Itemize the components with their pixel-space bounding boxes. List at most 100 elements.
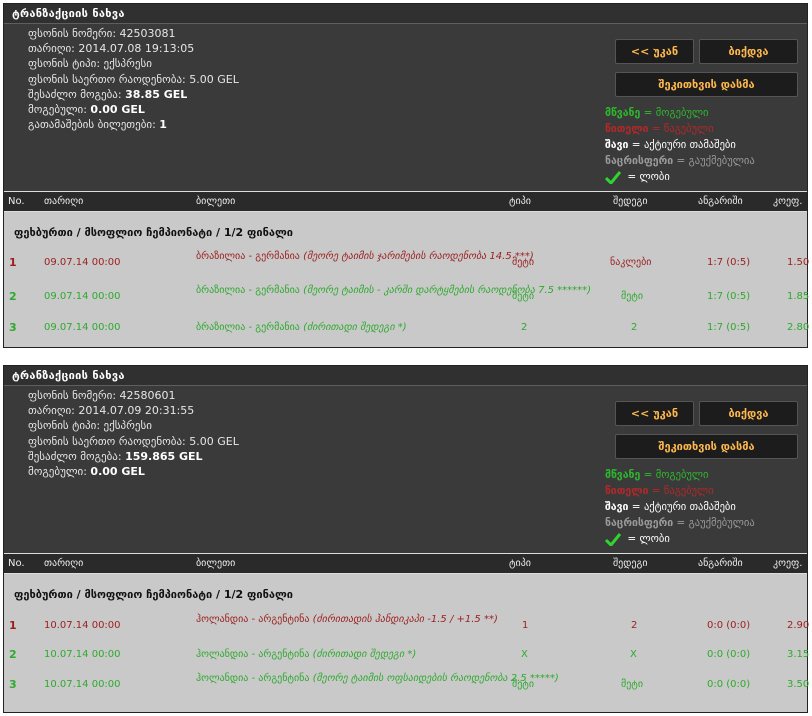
ticket-number-label: ფსონის ნომერი:	[28, 27, 117, 40]
date-label: თარიღი:	[28, 404, 75, 418]
legend-lobby: = ლობი	[605, 531, 755, 547]
status-legend: მწვანე = მოგებული წითელი = წაგებული შავი…	[605, 467, 755, 547]
won-label: მოგებული:	[28, 465, 87, 479]
ask-question-button[interactable]: შეკითხვის დასმა	[615, 72, 798, 97]
ticket-number-value: 42503081	[119, 27, 176, 40]
back-button[interactable]: << უკან	[615, 39, 694, 64]
row-result: ნაკლები	[610, 257, 652, 268]
forward-button[interactable]: ბიქდვა	[699, 401, 798, 426]
row-number: 1	[9, 619, 17, 632]
legend-won: მწვანე = მოგებული	[605, 107, 709, 119]
section-title: ფეხბურთი / მსოფლიო ჩემპიონატი / 1/2 ფინა…	[14, 588, 293, 601]
possible-win-value: 38.85 GEL	[125, 87, 188, 101]
row-coef: 2.90	[787, 620, 810, 631]
checkmark-icon	[605, 170, 621, 184]
row-type: მეტი	[512, 291, 535, 302]
col-date: თარიღი	[44, 558, 84, 569]
legend-cancelled: ნაცრისფერი = გაუქმებულია	[605, 155, 755, 167]
row-ticket: ბრაზილია - გერმანია (მეორე ტაიმის ჯარიმე…	[196, 251, 534, 262]
col-score: ანგარიში	[698, 196, 743, 207]
row-score: 0:0 (0:0)	[707, 649, 751, 660]
row-coef: 1.85	[787, 291, 810, 302]
legend-lobby: = ლობი	[605, 169, 755, 185]
possible-win-label: შესაძლო მოგება:	[28, 449, 122, 463]
paid-tickets-value: 1	[159, 118, 167, 132]
row-date: 09.07.14 00:00	[44, 257, 121, 268]
legend-active: შავი = აქტიური თამაშები	[605, 501, 736, 513]
row-ticket: ბრაზილია - გერმანია (მეორე ტაიმის - კარშ…	[196, 285, 592, 296]
row-score: 1:7 (0:5)	[707, 291, 751, 302]
bet-type-label: ფსონის ტიპი:	[28, 419, 101, 433]
transaction-panel: ტრანზაქციის ნახვა ფსონის ნომერი: 4258060…	[3, 365, 810, 713]
ticket-number-value: 42580601	[119, 389, 176, 402]
possible-win-value: 159.865 GEL	[125, 449, 203, 463]
back-button[interactable]: << უკან	[615, 401, 694, 426]
row-ticket: ჰოლანდია - არგენტინა (ძირითადის ჰანდიკაპ…	[196, 614, 498, 625]
col-ticket: ბილეთი	[196, 196, 236, 207]
bet-type-label: ფსონის ტიპი:	[28, 57, 101, 71]
col-ticket: ბილეთი	[196, 558, 236, 569]
row-score: 0:0 (0:0)	[707, 620, 751, 631]
transaction-panel: ტრანზაქციის ნახვა ფსონის ნომერი: 4250308…	[3, 3, 810, 348]
row-ticket: ბრაზილია - გერმანია (ძირითადი შედეგი *)	[196, 322, 407, 333]
row-coef: 1.50	[787, 257, 810, 268]
row-date: 09.07.14 00:00	[44, 322, 121, 333]
forward-button[interactable]: ბიქდვა	[699, 39, 798, 64]
col-type: ტიპი	[509, 196, 531, 207]
row-coef: 2.80	[787, 322, 810, 333]
status-legend: მწვანე = მოგებული წითელი = წაგებული შავი…	[605, 105, 755, 185]
row-number: 3	[9, 321, 17, 334]
row-result: 2	[631, 322, 638, 333]
col-no: No.	[8, 196, 25, 207]
row-result: X	[630, 649, 637, 660]
row-type: 2	[521, 322, 528, 333]
row-date: 09.07.14 00:00	[44, 291, 121, 302]
table-header: No. თარიღი ბილეთი ტიპი შედეგი ანგარიში კ…	[4, 553, 807, 574]
ticket-info: ფსონის ნომერი: 42580601 თარიღი: 2014.07.…	[28, 388, 239, 479]
legend-cancelled: ნაცრისფერი = გაუქმებულია	[605, 517, 755, 529]
row-type: 1	[522, 620, 529, 631]
total-amount-value: 5.00 GEL	[189, 72, 239, 86]
row-type: X	[521, 649, 528, 660]
row-date: 10.07.14 00:00	[44, 679, 121, 690]
table-body: ფეხბურთი / მსოფლიო ჩემპიონატი / 1/2 ფინა…	[4, 212, 810, 347]
ask-question-button[interactable]: შეკითხვის დასმა	[615, 434, 798, 459]
legend-lost: წითელი = წაგებული	[605, 485, 714, 497]
ticket-info: ფსონის ნომერი: 42503081 თარიღი: 2014.07.…	[28, 26, 239, 132]
row-coef: 3.15	[787, 649, 810, 660]
col-coef: კოეფ.	[773, 558, 803, 569]
row-type: მეტი	[512, 679, 535, 690]
legend-lost: წითელი = წაგებული	[605, 123, 714, 135]
section-title: ფეხბურთი / მსოფლიო ჩემპიონატი / 1/2 ფინა…	[14, 226, 293, 239]
row-result: 2	[631, 620, 638, 631]
col-result: შედეგი	[613, 558, 648, 569]
checkmark-icon	[605, 532, 621, 546]
row-score: 0:0 (0:0)	[707, 679, 751, 690]
row-result: მეტი	[621, 291, 644, 302]
legend-active: შავი = აქტიური თამაშები	[605, 139, 736, 151]
bet-type-value: ექსპრესი	[103, 419, 152, 433]
panel-title: ტრანზაქციის ნახვა	[4, 366, 807, 386]
row-number: 1	[9, 256, 17, 269]
row-coef: 3.50	[787, 679, 810, 690]
row-score: 1:7 (0:5)	[707, 322, 751, 333]
won-label: მოგებული:	[28, 103, 87, 117]
ticket-number-label: ფსონის ნომერი:	[28, 389, 117, 402]
panel-title: ტრანზაქციის ნახვა	[4, 4, 807, 24]
table-body: ფეხბურთი / მსოფლიო ჩემპიონატი / 1/2 ფინა…	[4, 574, 810, 712]
bet-type-value: ექსპრესი	[103, 57, 152, 71]
total-amount-label: ფსონის საერთო რაოდენობა:	[28, 72, 186, 86]
row-number: 2	[9, 648, 17, 661]
paid-tickets-label: გათამაშების ბილეთები:	[28, 118, 156, 132]
col-type: ტიპი	[509, 558, 531, 569]
col-score: ანგარიში	[698, 558, 743, 569]
col-result: შედეგი	[613, 196, 648, 207]
row-ticket: ჰოლანდია - არგენტინა (მეორე ტაიმის ოფსაი…	[196, 673, 559, 684]
possible-win-label: შესაძლო მოგება:	[28, 87, 122, 101]
row-result: მეტი	[621, 679, 644, 690]
row-date: 10.07.14 00:00	[44, 649, 121, 660]
total-amount-label: ფსონის საერთო რაოდენობა:	[28, 434, 186, 448]
legend-won: მწვანე = მოგებული	[605, 469, 709, 481]
col-no: No.	[8, 558, 25, 569]
row-number: 2	[9, 290, 17, 303]
